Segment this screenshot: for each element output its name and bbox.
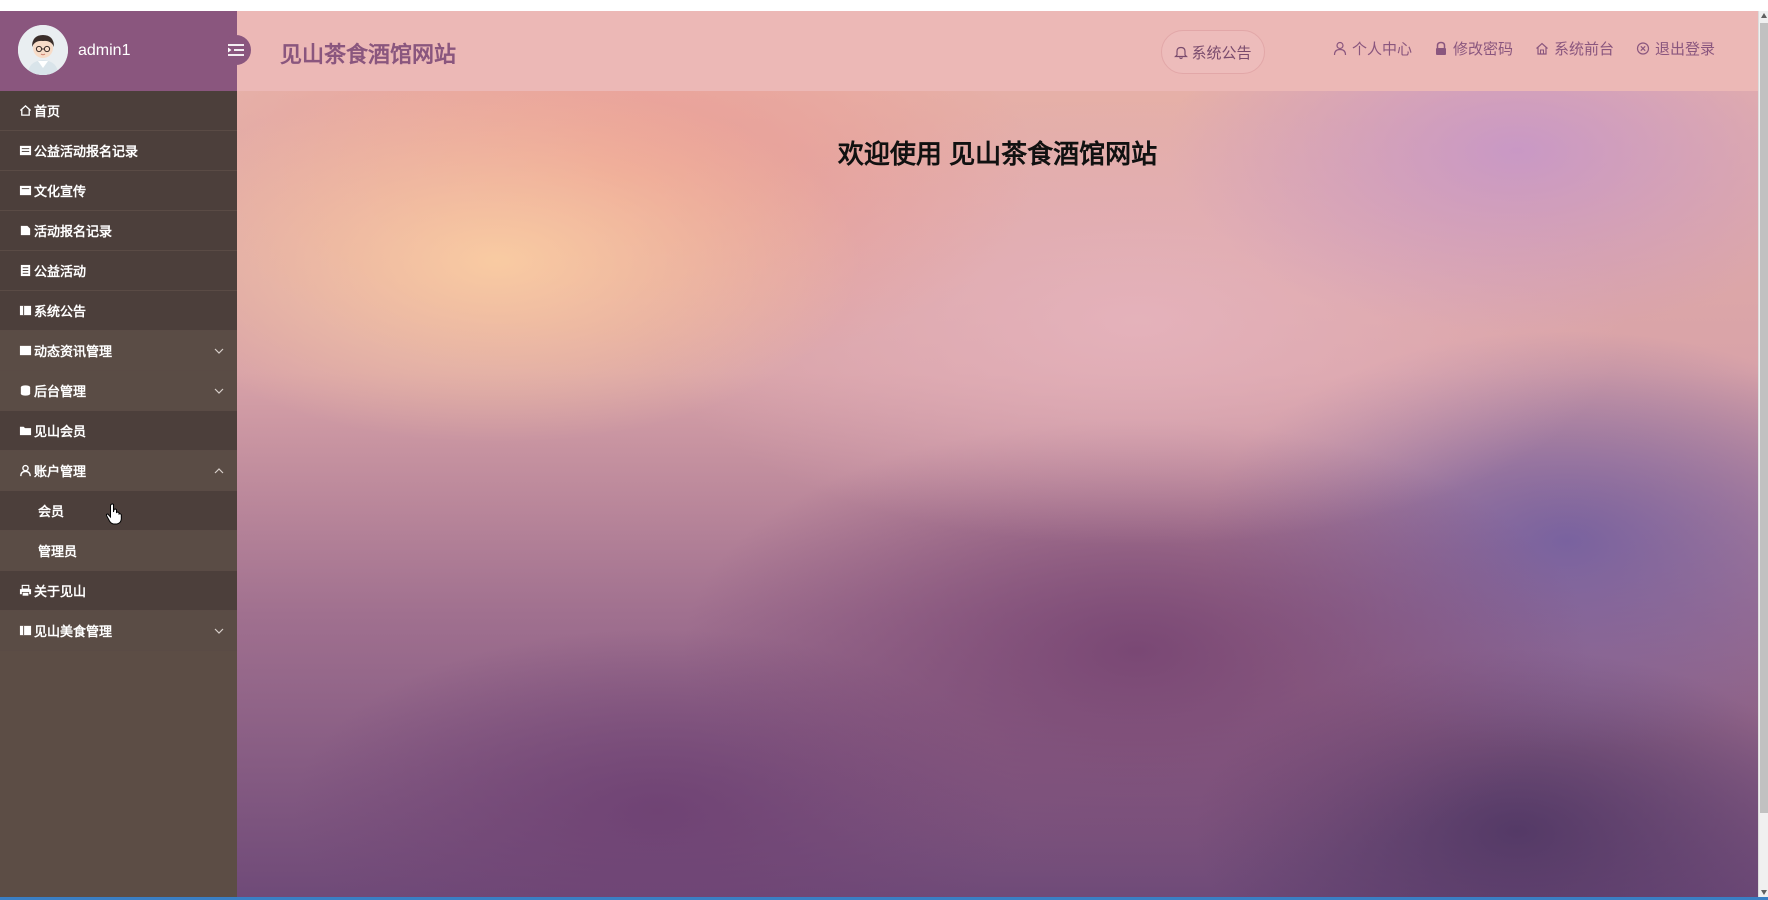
sidebar-item-label: 后台管理 xyxy=(34,384,87,399)
chevron-down-icon xyxy=(214,348,224,354)
sidebar-item-label: 会员 xyxy=(38,504,65,519)
printer-icon xyxy=(19,584,32,597)
sidebar-item-label: 公益活动 xyxy=(34,264,87,279)
main-content: 欢迎使用 见山茶食酒馆网站 xyxy=(237,91,1758,897)
home-icon xyxy=(19,104,32,116)
database-icon xyxy=(20,385,31,396)
sidebar-item-about[interactable]: 关于见山 xyxy=(0,571,237,611)
sidebar-item-label: 见山美食管理 xyxy=(34,624,113,639)
sidebar-toggle-button[interactable] xyxy=(221,35,251,65)
user-icon xyxy=(1333,41,1347,56)
sidebar-item-activity-signups[interactable]: 活动报名记录 xyxy=(0,211,237,251)
welcome-heading: 欢迎使用 见山茶食酒馆网站 xyxy=(837,139,1158,169)
home-icon xyxy=(1536,42,1548,55)
sidebar-header: admin1 xyxy=(0,11,237,91)
site-title: 见山茶食酒馆网站 xyxy=(280,42,457,67)
sidebar-subitem-admin[interactable]: 管理员 xyxy=(0,531,237,571)
app-shell: admin1 首页 公益活动报名记录 文化宣传 活动报名记录 公益活动 系统公告… xyxy=(0,11,1758,897)
scroll-up-arrow-icon[interactable] xyxy=(1761,13,1767,18)
sidebar-item-label: 账户管理 xyxy=(34,464,87,479)
sidebar-username: admin1 xyxy=(78,42,131,59)
scroll-down-arrow-icon[interactable] xyxy=(1761,890,1767,895)
sidebar-item-account-management[interactable]: 账户管理 xyxy=(0,451,237,491)
sidebar-item-label: 文化宣传 xyxy=(34,184,87,199)
system-notice-button[interactable]: 系统公告 xyxy=(1161,30,1265,74)
logout-link[interactable]: 退出登录 xyxy=(1636,38,1715,59)
header-links: 个人中心 修改密码 系统前台 退出登录 xyxy=(1333,38,1715,59)
list-icon xyxy=(19,625,32,636)
window-top-strip xyxy=(0,0,1768,11)
doc-icon xyxy=(20,264,31,277)
sidebar-item-culture[interactable]: 文化宣传 xyxy=(0,171,237,211)
sidebar-item-charity-signups[interactable]: 公益活动报名记录 xyxy=(0,131,237,171)
menu-fold-icon xyxy=(228,44,244,56)
close-circle-icon xyxy=(1636,42,1650,55)
sidebar-item-label: 活动报名记录 xyxy=(34,224,113,239)
sidebar-item-label: 首页 xyxy=(34,104,61,119)
sidebar-item-charity[interactable]: 公益活动 xyxy=(0,251,237,291)
chevron-up-icon xyxy=(214,468,224,474)
sidebar-item-label: 动态资讯管理 xyxy=(34,344,113,359)
top-header: 见山茶食酒馆网站 系统公告 个人中心 修改密码 系统前台 退出登录 xyxy=(237,11,1758,91)
sidebar-item-backend-management[interactable]: 后台管理 xyxy=(0,371,237,411)
sidebar-item-food-management[interactable]: 见山美食管理 xyxy=(0,611,237,651)
sidebar-item-label: 公益活动报名记录 xyxy=(34,144,139,159)
list-icon xyxy=(19,345,32,356)
frontend-link[interactable]: 系统前台 xyxy=(1535,38,1614,59)
sidebar-item-label: 管理员 xyxy=(38,544,78,559)
sidebar-item-label: 关于见山 xyxy=(34,584,87,599)
profile-link-label: 个人中心 xyxy=(1352,41,1413,58)
sidebar-item-label: 见山会员 xyxy=(34,424,87,439)
folder-icon xyxy=(19,426,32,436)
sidebar-menu: 首页 公益活动报名记录 文化宣传 活动报名记录 公益活动 系统公告 动态资讯管理… xyxy=(0,91,237,651)
doc-icon xyxy=(20,225,31,236)
change-password-label: 修改密码 xyxy=(1453,41,1514,58)
chevron-down-icon xyxy=(214,628,224,634)
list-icon xyxy=(19,185,32,196)
user-icon xyxy=(20,464,31,477)
bell-icon xyxy=(1174,46,1189,59)
hand-cursor-icon xyxy=(105,503,122,525)
sidebar-item-label: 系统公告 xyxy=(34,304,87,319)
page-scrollbar[interactable] xyxy=(1758,11,1768,897)
lock-icon xyxy=(1436,41,1447,55)
sidebar-item-home[interactable]: 首页 xyxy=(0,91,237,131)
change-password-link[interactable]: 修改密码 xyxy=(1434,38,1513,59)
profile-link[interactable]: 个人中心 xyxy=(1333,38,1412,59)
system-notice-label: 系统公告 xyxy=(1191,44,1252,62)
sidebar: admin1 首页 公益活动报名记录 文化宣传 活动报名记录 公益活动 系统公告… xyxy=(0,11,237,897)
scrollbar-thumb[interactable] xyxy=(1760,23,1768,813)
sidebar-item-notice[interactable]: 系统公告 xyxy=(0,291,237,331)
sidebar-item-news-management[interactable]: 动态资讯管理 xyxy=(0,331,237,371)
sidebar-item-members[interactable]: 见山会员 xyxy=(0,411,237,451)
avatar-icon xyxy=(18,25,68,75)
frontend-link-label: 系统前台 xyxy=(1554,41,1615,58)
list-icon xyxy=(19,145,32,156)
chevron-down-icon xyxy=(214,388,224,394)
list-icon xyxy=(19,305,32,316)
avatar[interactable] xyxy=(18,25,68,75)
logout-link-label: 退出登录 xyxy=(1655,41,1716,58)
